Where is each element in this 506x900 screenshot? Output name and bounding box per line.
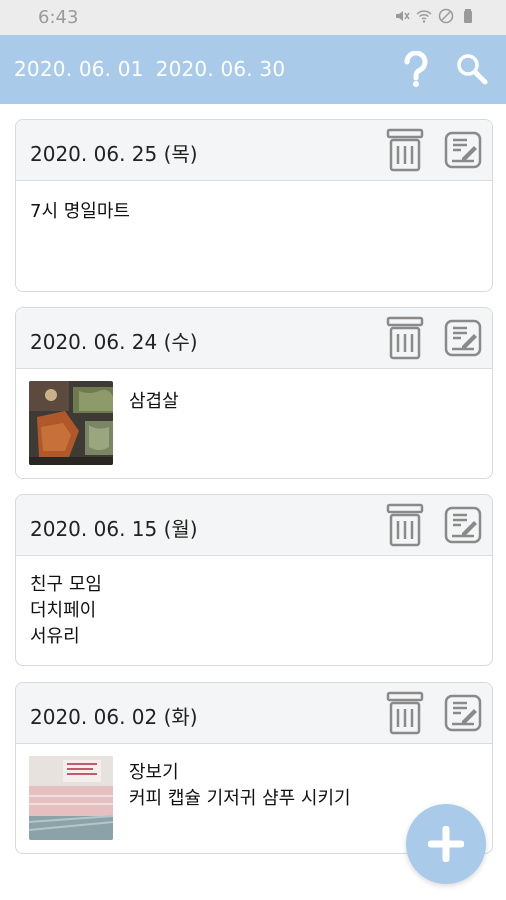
edit-icon[interactable] (444, 694, 482, 732)
add-entry-button[interactable] (406, 804, 486, 884)
wifi-icon (416, 10, 432, 23)
memo-text: 장보기 커피 캡슐 기저귀 샴푸 시키기 (129, 760, 351, 812)
app-bar: 2020. 06. 01 2020. 06. 30 (0, 35, 506, 104)
card-date: 2020. 06. 25 (목) (30, 142, 198, 166)
diary-card[interactable]: 2020. 06. 15 (월) 친구 모임 더치페이 서유리 (15, 494, 493, 666)
memo-text: 친구 모임 더치페이 서유리 (30, 572, 102, 650)
card-header: 2020. 06. 25 (목) (16, 120, 492, 181)
card-header: 2020. 06. 15 (월) (16, 495, 492, 556)
diary-card[interactable]: 2020. 06. 25 (목) 7시 명일마트 (15, 119, 493, 292)
battery-icon (464, 9, 472, 23)
start-date[interactable]: 2020. 06. 01 (14, 57, 144, 81)
status-time: 6:43 (38, 7, 79, 28)
search-icon[interactable] (456, 53, 488, 85)
card-header: 2020. 06. 02 (화) (16, 683, 492, 744)
date-range[interactable]: 2020. 06. 01 2020. 06. 30 (14, 57, 297, 81)
memo-line: 친구 모임 (30, 574, 102, 595)
edit-icon[interactable] (444, 506, 482, 544)
card-body: 삼겹살 (16, 369, 492, 478)
memo-line: 더치페이 (30, 600, 97, 621)
card-header: 2020. 06. 24 (수) (16, 308, 492, 369)
memo-line: 커피 캡슐 기저귀 샴푸 시키기 (129, 788, 351, 809)
status-bar: 6:43 (0, 0, 506, 35)
memo-text: 삼겹살 (129, 389, 179, 415)
edit-icon[interactable] (444, 319, 482, 357)
food-photo[interactable] (29, 381, 113, 465)
trash-icon[interactable] (386, 128, 424, 172)
edit-icon[interactable] (444, 131, 482, 169)
card-date: 2020. 06. 24 (수) (30, 330, 198, 354)
memo-line: 삼겹살 (129, 391, 179, 412)
diary-card[interactable]: 2020. 06. 24 (수) 삼겹살 (15, 307, 493, 479)
card-date: 2020. 06. 15 (월) (30, 517, 198, 541)
card-body: 7시 명일마트 (16, 181, 492, 291)
mute-icon (396, 11, 410, 21)
plus-icon (428, 826, 464, 862)
memo-line: 장보기 (129, 762, 179, 783)
receipt-photo[interactable] (29, 756, 113, 840)
end-date[interactable]: 2020. 06. 30 (156, 57, 286, 81)
memo-line: 서유리 (30, 626, 80, 647)
status-icons (394, 8, 476, 24)
memo-text: 7시 명일마트 (30, 199, 130, 225)
trash-icon[interactable] (386, 503, 424, 547)
memo-line: 7시 명일마트 (30, 201, 130, 222)
do-not-disturb-icon (438, 8, 454, 24)
card-body: 친구 모임 더치페이 서유리 (16, 556, 492, 665)
trash-icon[interactable] (386, 691, 424, 735)
card-date: 2020. 06. 02 (화) (30, 705, 198, 729)
help-icon[interactable] (402, 51, 430, 87)
trash-icon[interactable] (386, 316, 424, 360)
